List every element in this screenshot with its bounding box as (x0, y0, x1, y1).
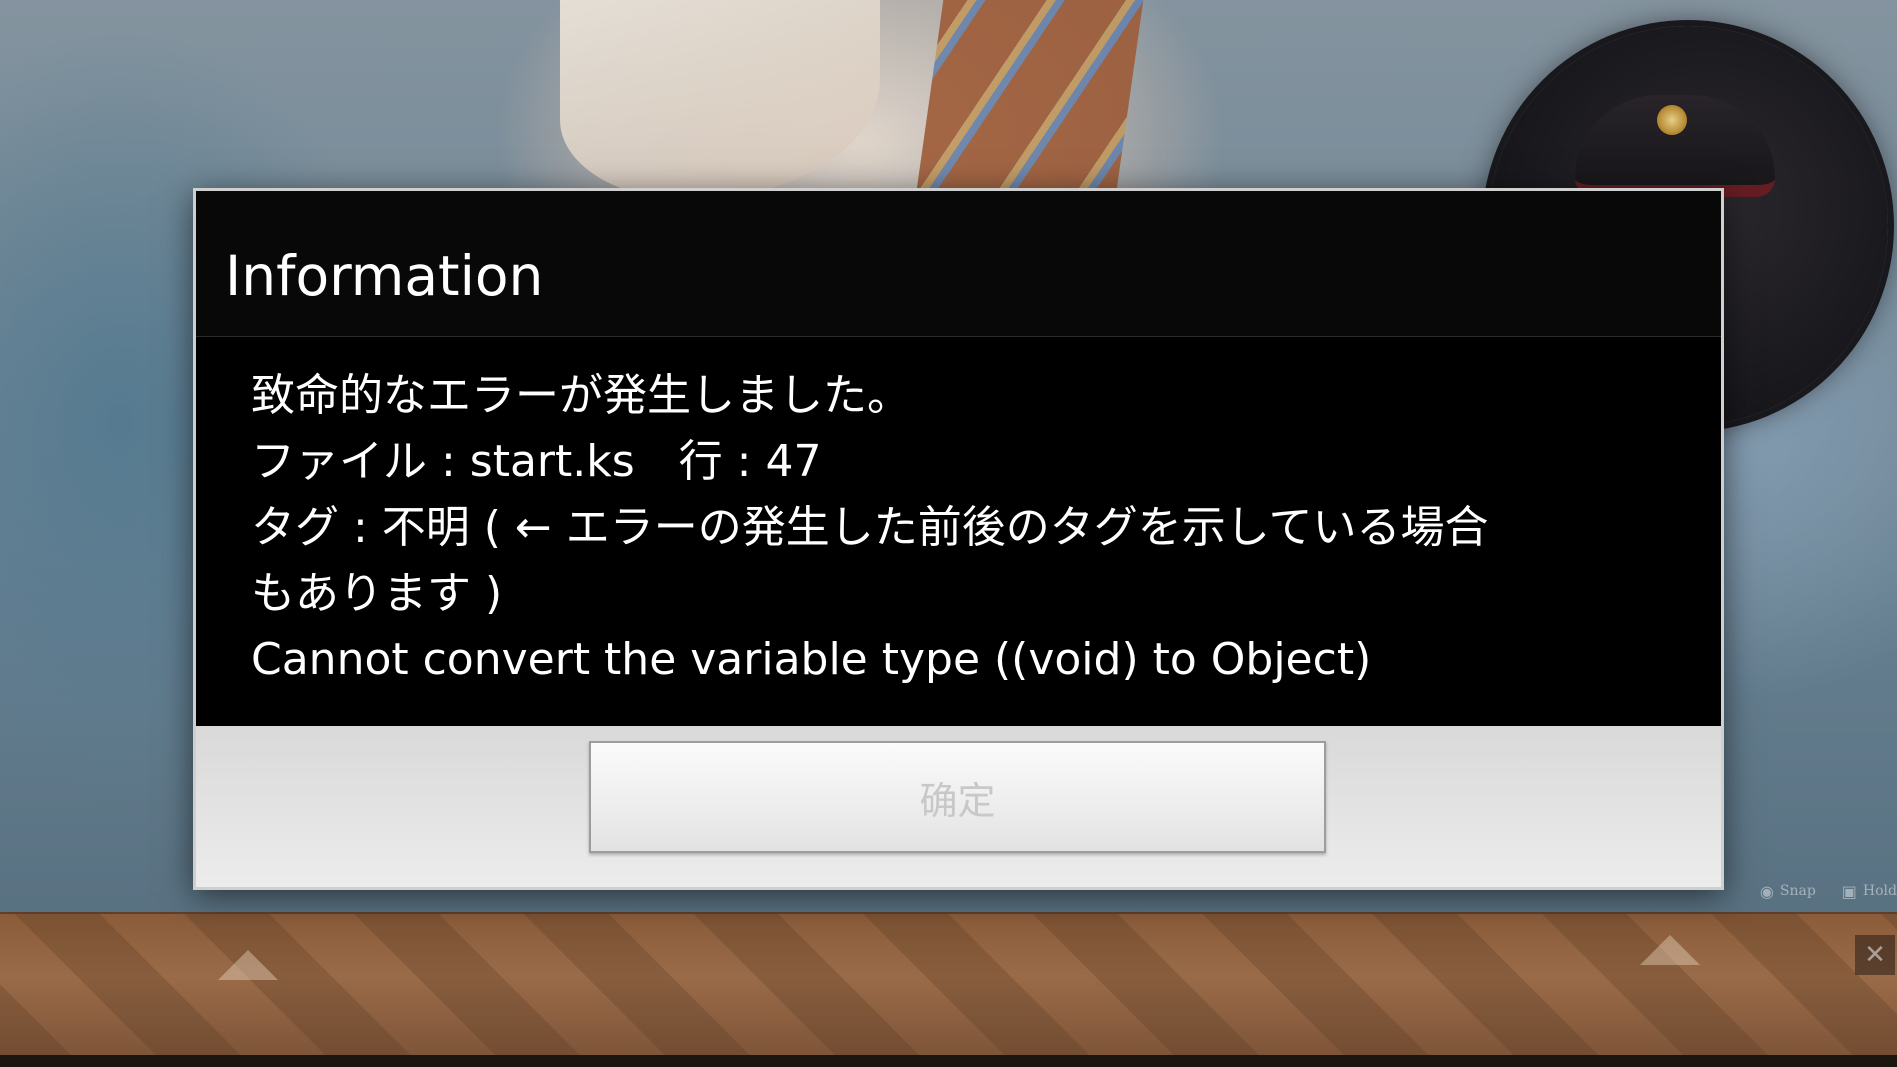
camera-icon: ◉ (1759, 881, 1774, 901)
hold-label: Hold (1862, 883, 1897, 899)
dialog-header: Information (196, 191, 1721, 337)
dialog-title: Information (225, 243, 544, 308)
information-dialog: Information 致命的なエラーが発生しました。 ファイル : start… (193, 188, 1724, 890)
error-tag-line-continued: もあります ) (251, 568, 503, 619)
close-button[interactable]: ✕ (1855, 935, 1895, 975)
bottom-edge (0, 1055, 1897, 1067)
error-message-line: 致命的なエラーが発生しました。 (251, 370, 911, 421)
quick-menu: ◉ Snap ▣ Hold (1760, 876, 1897, 906)
error-file-line: ファイル : start.ks 行 : 47 (251, 436, 822, 487)
snap-label: Snap (1779, 883, 1816, 899)
dialog-message: 致命的なエラーが発生しました。 ファイル : start.ks 行 : 47 タ… (196, 337, 1721, 726)
scroll-up-arrow-left-icon (218, 950, 278, 980)
lock-icon: ▣ (1841, 881, 1857, 901)
message-window-bar (0, 912, 1897, 1067)
error-tag-line: タグ : 不明 ( ← エラーの発生した前後のタグを示している場合 (251, 502, 1489, 553)
scroll-up-arrow-right-icon (1640, 935, 1700, 965)
dialog-footer: 确定 (196, 726, 1721, 887)
snap-button[interactable]: ◉ Snap (1760, 882, 1816, 901)
confirm-button[interactable]: 确定 (589, 741, 1326, 853)
error-detail-line: Cannot convert the variable type ((void)… (251, 634, 1372, 685)
close-icon: ✕ (1864, 940, 1886, 970)
hold-button[interactable]: ▣ Hold (1842, 882, 1897, 901)
game-screen: ◉ Snap ▣ Hold ✕ Information 致命的なエラーが発生しま… (0, 0, 1897, 1067)
